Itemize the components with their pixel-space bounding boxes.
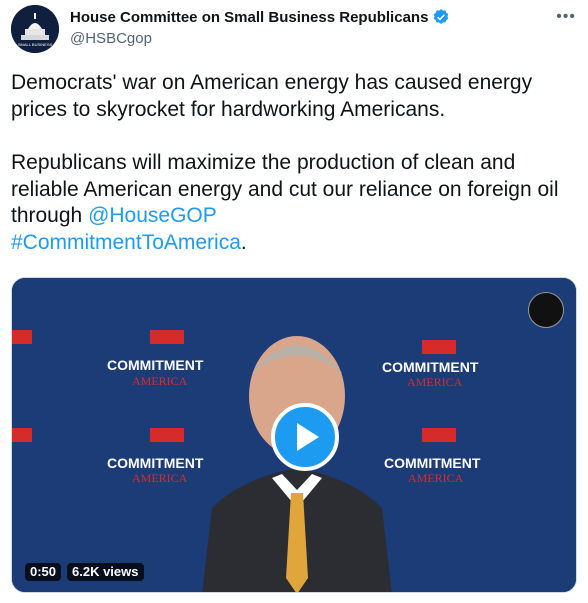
video-player[interactable]: COMMITMENT COMMITMENT COMMITMENT COMMITM… xyxy=(11,277,577,593)
user-handle[interactable]: @HSBCgop xyxy=(70,30,570,47)
view-count: 6.2K views xyxy=(67,563,144,581)
tweet-card[interactable]: SMALL BUSINESS House Committee on Small … xyxy=(0,0,588,603)
more-options-icon[interactable]: ••• xyxy=(556,8,576,26)
backdrop-subtext: AMERICA xyxy=(132,374,188,388)
tweet-paragraph-2: Republicans will maximize the production… xyxy=(11,150,576,256)
backdrop-subtext: AMERICA xyxy=(407,375,463,389)
avatar[interactable]: SMALL BUSINESS xyxy=(11,5,59,53)
backdrop-text: COMMITMENT xyxy=(107,455,204,471)
play-button[interactable] xyxy=(271,403,339,471)
capitol-dome-icon: SMALL BUSINESS xyxy=(11,5,59,53)
hashtag-link[interactable]: #CommitmentToAmerica xyxy=(11,231,241,254)
video-duration: 0:50 xyxy=(25,563,62,581)
tweet-paragraph-1: Democrats' war on American energy has ca… xyxy=(11,71,533,121)
avatar-caption: SMALL BUSINESS xyxy=(18,42,53,47)
channel-logo-icon xyxy=(528,292,564,328)
tweet-trailing: . xyxy=(240,230,247,254)
backdrop-subtext: AMERICA xyxy=(408,471,464,485)
backdrop-text: COMMITMENT xyxy=(382,359,479,375)
tweet-text: Democrats' war on American energy has ca… xyxy=(11,70,576,256)
tweet-header: House Committee on Small Business Republ… xyxy=(70,6,570,47)
backdrop-text: COMMITMENT xyxy=(384,455,481,471)
play-icon xyxy=(297,423,319,451)
backdrop-text: COMMITMENT xyxy=(107,357,204,373)
mention-link[interactable]: @HouseGOP xyxy=(88,204,217,227)
display-name[interactable]: House Committee on Small Business Republ… xyxy=(70,9,428,26)
verified-badge-icon xyxy=(434,9,449,24)
backdrop-subtext: AMERICA xyxy=(132,471,188,485)
